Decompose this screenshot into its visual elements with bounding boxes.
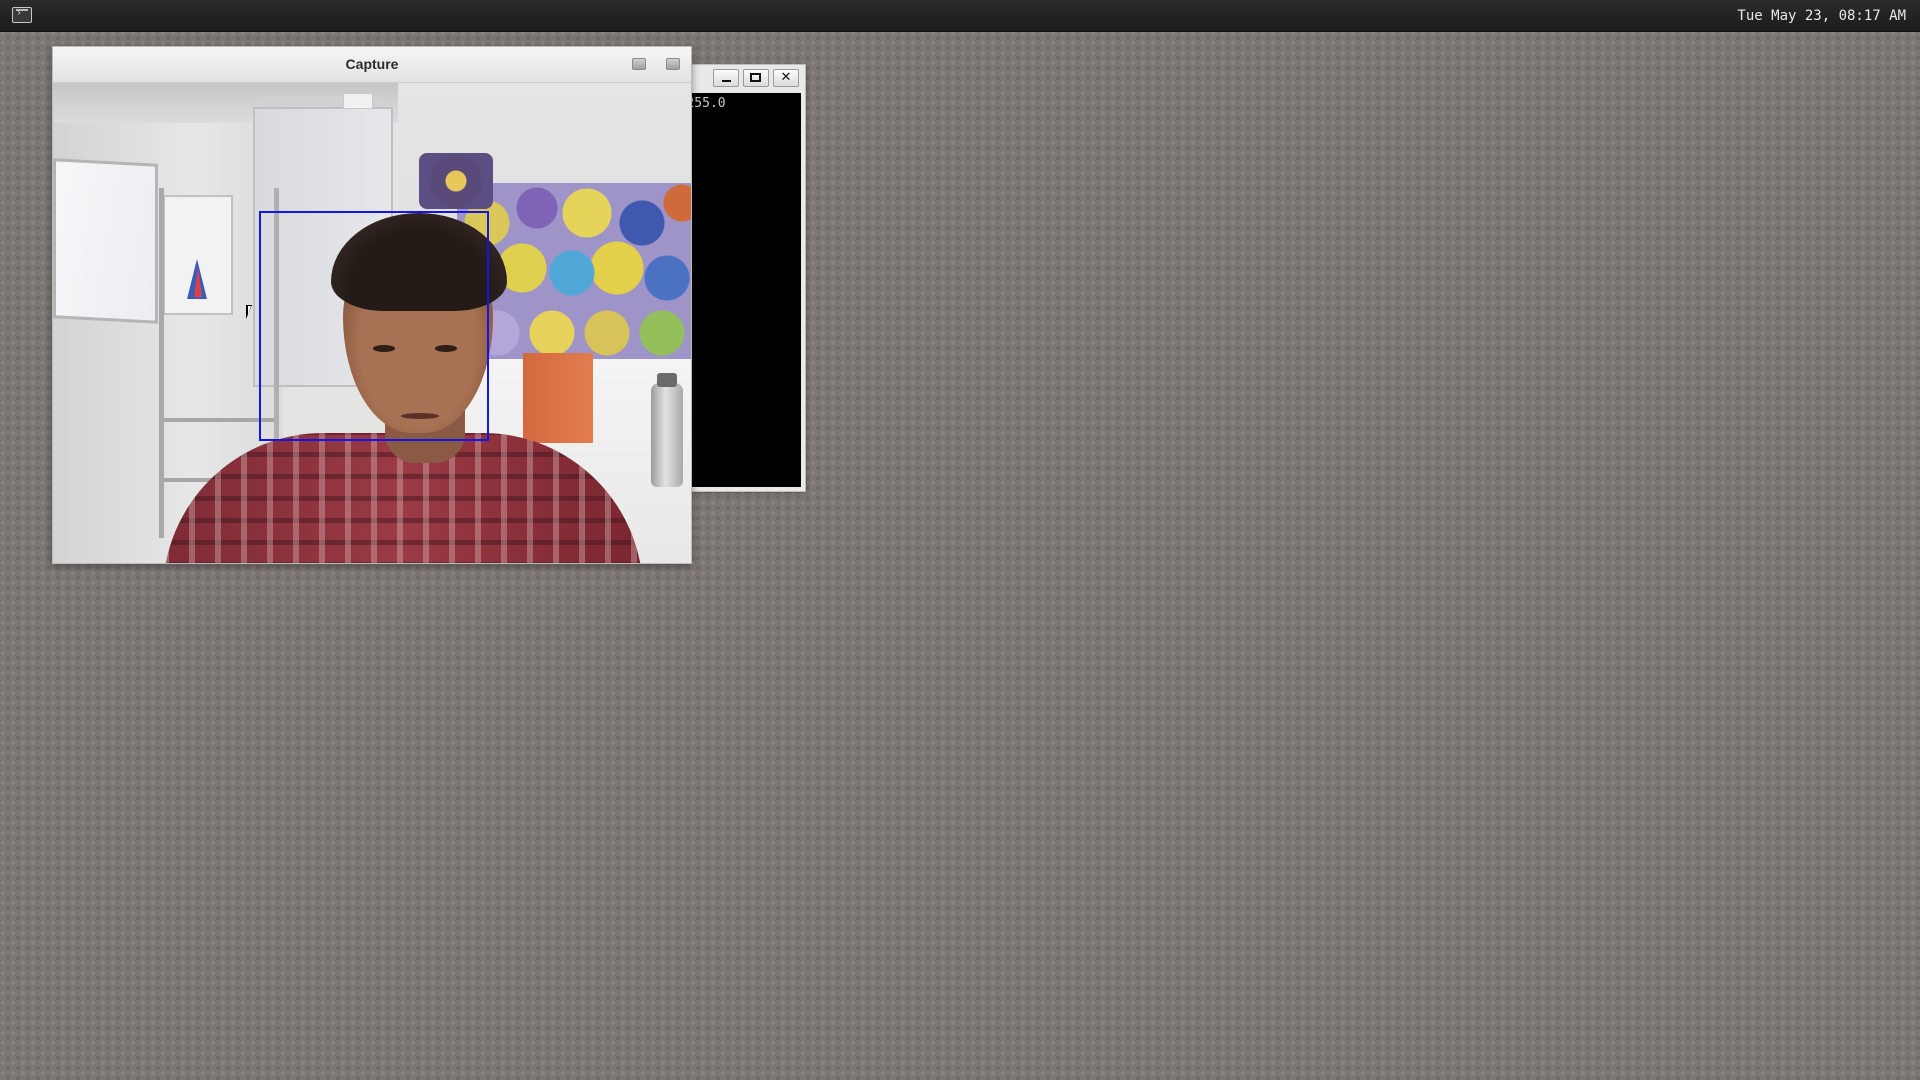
close-button[interactable]: ✕ bbox=[773, 69, 799, 87]
maximize-button[interactable] bbox=[743, 69, 769, 87]
minimize-button[interactable] bbox=[713, 69, 739, 87]
window-button-icon[interactable] bbox=[632, 58, 646, 70]
face-detection-box bbox=[259, 211, 489, 441]
mouse-pointer-icon bbox=[246, 305, 258, 319]
flag bbox=[187, 259, 207, 299]
capture-window[interactable]: Capture bbox=[52, 46, 692, 564]
webcam-frame bbox=[53, 83, 691, 563]
top-panel: Tue May 23, 08:17 AM bbox=[0, 0, 1920, 32]
water-bottle bbox=[651, 373, 683, 487]
panel-clock[interactable]: Tue May 23, 08:17 AM bbox=[1737, 7, 1906, 25]
window-button-icon[interactable] bbox=[666, 58, 680, 70]
wall-mural-top bbox=[419, 153, 493, 209]
orange-panel bbox=[523, 353, 593, 443]
ceiling-light bbox=[343, 93, 373, 109]
capture-titlebar[interactable]: Capture bbox=[53, 47, 691, 83]
whiteboard bbox=[53, 158, 158, 324]
window-title: Capture bbox=[345, 56, 399, 72]
terminal-icon[interactable] bbox=[12, 7, 32, 23]
